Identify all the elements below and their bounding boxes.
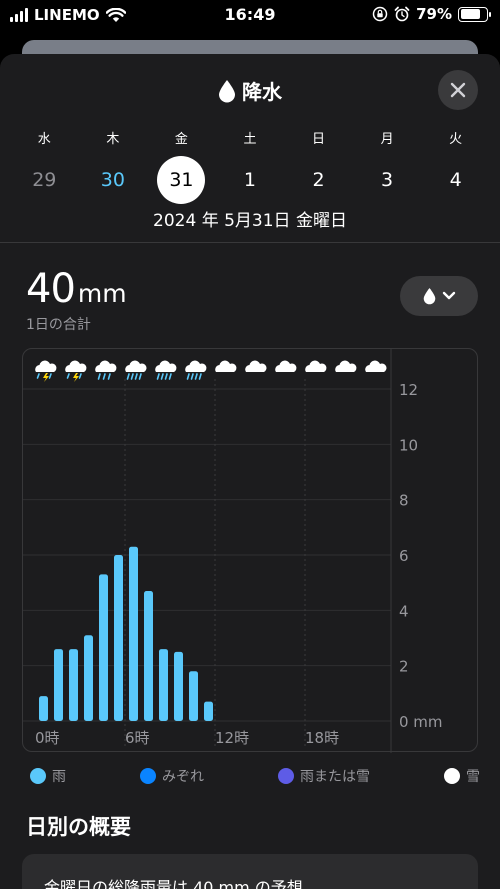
title-text: 降水 — [242, 80, 282, 104]
close-button[interactable] — [438, 70, 478, 110]
divider — [0, 242, 500, 243]
sheet-title: 降水 — [0, 76, 500, 105]
legend-dot-rain-or-snow — [278, 768, 294, 784]
legend-dot-snow — [444, 768, 460, 784]
day-name: 金 — [174, 132, 188, 147]
cloud-icon — [245, 360, 267, 372]
rain-icon — [95, 360, 117, 380]
precip-bar — [129, 546, 138, 721]
chevron-down-icon — [442, 291, 455, 300]
rotation-lock-icon — [372, 6, 388, 22]
precip-bar — [99, 574, 108, 721]
battery-icon — [458, 6, 491, 22]
day-selector: 水 29 木 30 金 31 土 1 日 2 月 3 火 4 — [10, 128, 490, 204]
x-tick-label: 18時 — [305, 729, 339, 747]
battery-level — [460, 9, 481, 19]
y-tick-label: 8 — [399, 492, 409, 510]
precip-bar — [159, 649, 168, 721]
heavy-rain-icon — [185, 360, 207, 380]
legend-dot-rain — [30, 768, 46, 784]
metric-selector-button[interactable] — [400, 276, 478, 316]
day-number-selected[interactable]: 31 — [157, 156, 206, 204]
day-column[interactable]: 月 3 — [353, 128, 422, 204]
cloud-icon — [335, 360, 357, 372]
legend-label: 雪 — [466, 769, 480, 785]
day-name: 月 — [380, 132, 394, 147]
day-column[interactable]: 木 30 — [79, 128, 148, 204]
day-column[interactable]: 火 4 — [421, 128, 490, 204]
battery-percent: 79% — [416, 5, 452, 23]
legend-dot-sleet — [140, 768, 156, 784]
raindrop-icon — [423, 288, 435, 305]
day-column[interactable]: 土 1 — [216, 128, 285, 204]
legend-item: 雪 — [444, 766, 480, 786]
cloud-icon — [215, 360, 237, 372]
day-number[interactable]: 3 — [363, 156, 411, 204]
day-name: 火 — [449, 132, 463, 147]
y-tick-label: 4 — [399, 602, 409, 620]
legend-item: みぞれ — [140, 766, 204, 786]
day-number[interactable]: 30 — [89, 156, 137, 204]
day-number[interactable]: 4 — [432, 156, 480, 204]
precip-bar — [204, 701, 213, 721]
legend-item: 雨 — [30, 766, 66, 786]
y-tick-label: 6 — [399, 547, 409, 565]
day-name: 木 — [106, 132, 120, 147]
day-number[interactable]: 29 — [20, 156, 68, 204]
precip-bar — [69, 649, 78, 721]
thunderstorm-icon — [65, 360, 87, 382]
day-name: 日 — [312, 132, 326, 147]
cloud-icon — [365, 360, 387, 372]
day-column[interactable]: 金 31 — [147, 128, 216, 204]
y-tick-label: 10 — [399, 436, 418, 454]
legend: 雨 みぞれ 雨または雪 雪 — [30, 766, 480, 786]
legend-label: みぞれ — [162, 769, 204, 785]
cloud-icon — [305, 360, 327, 372]
legend-label: 雨または雪 — [300, 769, 370, 785]
legend-item: 雨または雪 — [278, 766, 370, 786]
y-tick-label: 0 mm — [399, 713, 443, 731]
full-date: 2024 年 5月31日 金曜日 — [153, 211, 347, 231]
x-tick-label: 6時 — [125, 729, 150, 747]
precipitation-sheet: 降水 水 29 木 30 金 31 土 1 日 2 月 3 火 4 2024 年… — [0, 54, 500, 889]
status-right: 79% — [372, 5, 491, 23]
total-unit: mm — [77, 279, 127, 308]
y-tick-label: 12 — [399, 381, 418, 399]
precipitation-chart: 0 mm 2 4 6 8 10 12 0時 6時 12時 18時 — [22, 348, 478, 753]
thunderstorm-icon — [35, 360, 57, 382]
total-value: 40 — [26, 266, 76, 312]
x-tick-label: 12時 — [215, 729, 249, 747]
heavy-rain-icon — [155, 360, 177, 380]
close-icon — [450, 82, 466, 98]
precip-bar — [114, 555, 123, 721]
precip-bar — [174, 651, 183, 721]
precip-bar — [54, 649, 63, 721]
total-label: 1日の合計 — [26, 317, 91, 333]
alarm-icon — [394, 6, 410, 22]
day-column[interactable]: 日 2 — [284, 128, 353, 204]
daily-total: 40 mm 1日の合計 — [26, 266, 127, 334]
precip-bar — [39, 696, 48, 721]
day-column[interactable]: 水 29 — [10, 128, 79, 204]
summary-title: 日別の概要 — [26, 815, 131, 839]
day-number[interactable]: 1 — [226, 156, 274, 204]
heavy-rain-icon — [125, 360, 147, 380]
raindrop-icon — [219, 79, 235, 102]
day-number[interactable]: 2 — [295, 156, 343, 204]
summary-card: 金曜日の総降雨量は 40 mm の予想。 — [22, 854, 478, 889]
chart-canvas: 0 mm 2 4 6 8 10 12 0時 6時 12時 18時 — [23, 349, 443, 753]
status-bar: LINEMO 16:49 79% — [0, 0, 500, 30]
day-name: 土 — [243, 132, 257, 147]
precip-bar — [189, 671, 198, 721]
day-name: 水 — [37, 132, 51, 147]
cloud-icon — [275, 360, 297, 372]
precip-bar — [84, 635, 93, 721]
x-tick-label: 0時 — [35, 729, 60, 747]
sheet-header: 降水 — [0, 54, 500, 126]
legend-label: 雨 — [52, 769, 66, 785]
precip-bar — [144, 590, 153, 721]
summary-text: 金曜日の総降雨量は 40 mm の予想。 — [44, 878, 319, 889]
y-tick-label: 2 — [399, 658, 409, 676]
